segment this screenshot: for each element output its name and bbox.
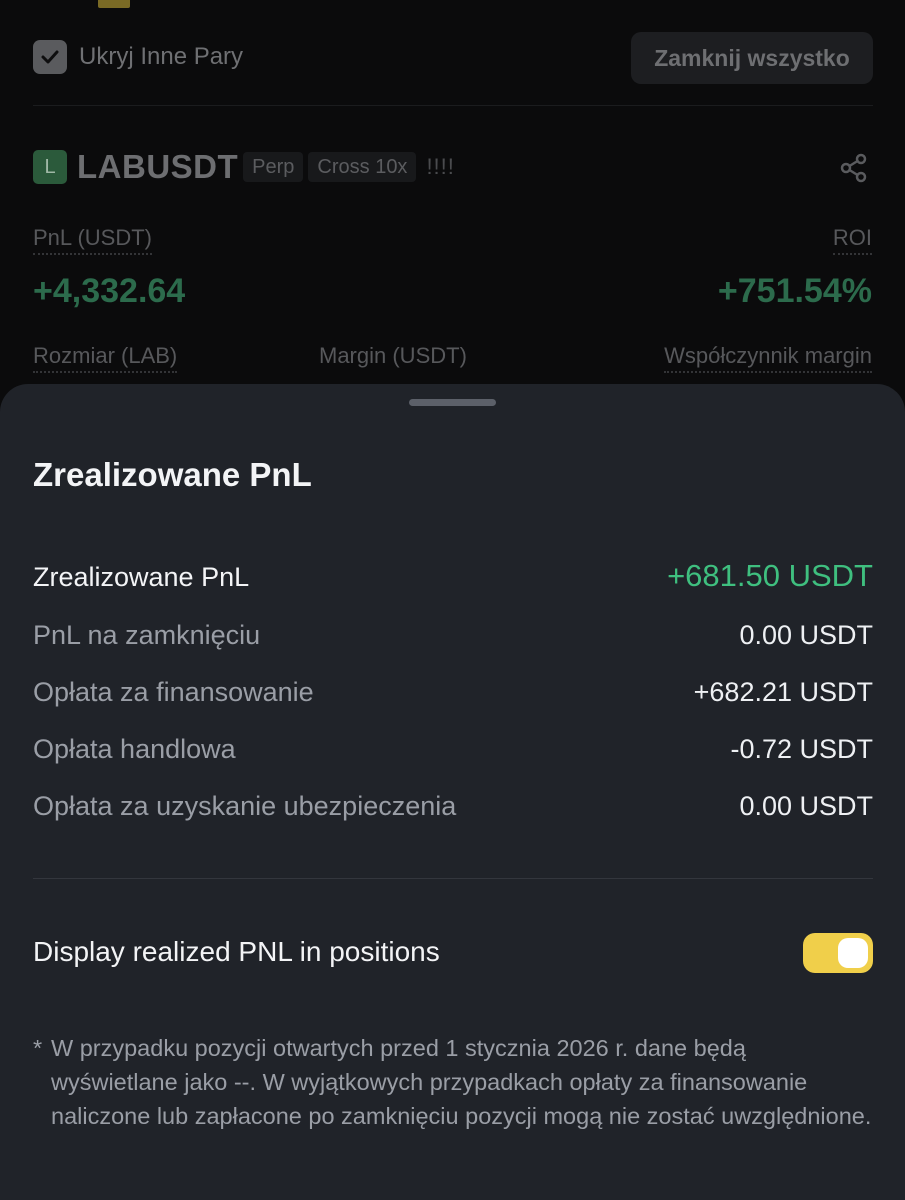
- size-label[interactable]: Rozmiar (LAB): [33, 343, 178, 373]
- hide-other-pairs-label: Ukryj Inne Pary: [79, 43, 244, 70]
- display-realized-pnl-label: Display realized PNL in positions: [33, 936, 440, 967]
- footnote: * W przypadku pozycji otwartych przed 1 …: [33, 1031, 873, 1133]
- warning-marks: !!!!: [426, 154, 455, 179]
- footnote-asterisk: *: [33, 1035, 43, 1061]
- symbol-name[interactable]: LABUSDT: [77, 148, 238, 186]
- margin-ratio-label[interactable]: Współczynnik margin: [664, 343, 872, 373]
- share-icon[interactable]: [838, 152, 870, 184]
- sheet-title: Zrealizowane PnL: [33, 456, 312, 493]
- tag-cross-leverage[interactable]: Cross 10x: [308, 152, 417, 182]
- roi-value: +751.54%: [717, 272, 872, 310]
- active-tab-indicator: [98, 0, 130, 8]
- row-label: Opłata za finansowanie: [33, 677, 314, 707]
- pnl-value: +4,332.64: [33, 272, 186, 310]
- funding-fee-row: Opłata za finansowanie +682.21 USDT: [33, 677, 873, 708]
- row-label: Zrealizowane PnL: [33, 562, 250, 592]
- roi-label[interactable]: ROI: [832, 225, 872, 255]
- token-logo: L: [33, 150, 67, 184]
- page: Ukryj Inne Pary Zamknij wszystko L LABUS…: [0, 0, 905, 1200]
- divider: [33, 878, 873, 879]
- realized-pnl-row: Zrealizowane PnL +681.50 USDT: [33, 558, 873, 594]
- row-value: -0.72 USDT: [730, 734, 873, 764]
- closing-pnl-row: PnL na zamknięciu 0.00 USDT: [33, 620, 873, 651]
- trading-fee-row: Opłata handlowa -0.72 USDT: [33, 734, 873, 765]
- sheet-drag-handle[interactable]: [409, 399, 496, 406]
- row-label: Opłata handlowa: [33, 734, 236, 764]
- row-label: PnL na zamknięciu: [33, 620, 261, 650]
- row-value: +682.21 USDT: [693, 677, 873, 707]
- margin-label: Margin (USDT): [319, 343, 467, 368]
- display-realized-pnl-toggle[interactable]: [803, 933, 873, 973]
- position-header: L LABUSDT Perp Cross 10x !!!!: [33, 148, 455, 186]
- realized-pnl-sheet: Zrealizowane PnL Zrealizowane PnL +681.5…: [0, 384, 905, 1200]
- row-value: 0.00 USDT: [739, 620, 873, 650]
- hide-other-pairs-row[interactable]: Ukryj Inne Pary: [33, 40, 243, 74]
- insurance-fee-row: Opłata za uzyskanie ubezpieczenia 0.00 U…: [33, 791, 873, 822]
- close-all-button[interactable]: Zamknij wszystko: [631, 32, 873, 84]
- toggle-knob: [838, 938, 868, 968]
- row-value: 0.00 USDT: [739, 791, 873, 821]
- row-label: Opłata za uzyskanie ubezpieczenia: [33, 791, 457, 821]
- tag-perp: Perp: [243, 152, 304, 182]
- background-positions-screen: Ukryj Inne Pary Zamknij wszystko L LABUS…: [0, 0, 905, 400]
- divider: [33, 105, 873, 106]
- checkbox-checked-icon[interactable]: [33, 40, 67, 74]
- pnl-label[interactable]: PnL (USDT): [33, 225, 152, 255]
- footnote-text: W przypadku pozycji otwartych przed 1 st…: [51, 1035, 872, 1129]
- row-value: +681.50 USDT: [667, 558, 873, 593]
